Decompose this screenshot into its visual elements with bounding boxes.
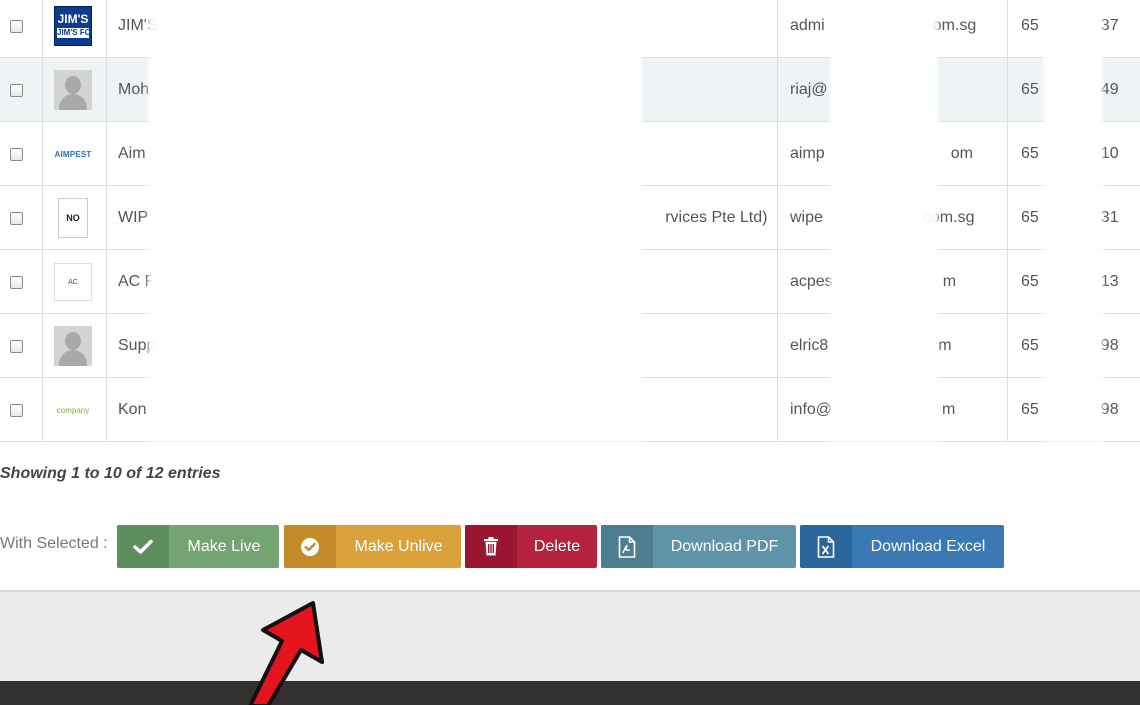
delete-button[interactable]: Delete bbox=[465, 525, 597, 568]
pagination-info: Showing 1 to 10 of 12 entries bbox=[0, 465, 221, 482]
row-checkbox-cell[interactable] bbox=[10, 122, 24, 186]
redaction-blur bbox=[830, 0, 938, 442]
download-pdf-label: Download PDF bbox=[670, 537, 779, 555]
row-checkbox[interactable] bbox=[10, 211, 23, 225]
download-excel-label: Download Excel bbox=[870, 537, 986, 555]
column-divider bbox=[777, 0, 778, 442]
row-checkbox-cell[interactable] bbox=[10, 0, 24, 58]
row-checkbox[interactable] bbox=[10, 275, 23, 289]
row-checkbox[interactable] bbox=[10, 339, 23, 353]
with-selected-label: With Selected : bbox=[0, 535, 108, 552]
jims-force-logo: JIM'SJIM'S FORCE bbox=[54, 6, 92, 46]
company-logo-cell: AIMPEST bbox=[54, 122, 92, 186]
excel-file-icon bbox=[800, 525, 852, 568]
row-checkbox-cell[interactable] bbox=[10, 250, 24, 314]
delete-label: Delete bbox=[533, 537, 581, 555]
download-pdf-button[interactable]: Download PDF bbox=[601, 525, 796, 568]
row-checkbox-cell[interactable] bbox=[10, 186, 24, 250]
make-live-button[interactable]: Make Live bbox=[117, 525, 279, 568]
row-checkbox-cell[interactable] bbox=[10, 314, 24, 378]
row-checkbox[interactable] bbox=[10, 19, 23, 33]
check-circle-icon bbox=[284, 525, 336, 568]
row-checkbox[interactable] bbox=[10, 403, 23, 417]
make-live-label: Make Live bbox=[187, 537, 261, 555]
download-excel-button[interactable]: Download Excel bbox=[800, 525, 1004, 568]
row-checkbox-cell[interactable] bbox=[10, 58, 24, 122]
column-divider bbox=[1007, 0, 1008, 442]
wipeout-logo: NO bbox=[58, 198, 88, 238]
make-unlive-label: Make Unlive bbox=[354, 537, 443, 555]
redaction-blur bbox=[1043, 0, 1103, 442]
column-divider bbox=[42, 0, 43, 442]
partners-table: JIM'SJIM'S FORCE JIM'S admiom.sg 6537 Mo… bbox=[0, 0, 1140, 442]
company-logo-cell: NO bbox=[54, 186, 92, 250]
aimpest-logo: AIMPEST bbox=[54, 149, 92, 159]
trash-icon bbox=[465, 525, 517, 568]
company-logo-cell bbox=[54, 314, 92, 378]
check-icon bbox=[117, 525, 169, 568]
company-logo-cell: company bbox=[54, 378, 92, 442]
ac-pest-logo: AC bbox=[54, 263, 92, 301]
konnect-logo: company bbox=[56, 405, 90, 415]
company-logo-cell: AC bbox=[54, 250, 92, 314]
column-divider bbox=[106, 0, 107, 442]
footer-bar bbox=[0, 681, 1140, 705]
page-footer bbox=[0, 590, 1140, 681]
row-checkbox-cell[interactable] bbox=[10, 378, 24, 442]
company-logo-cell: JIM'SJIM'S FORCE bbox=[54, 0, 92, 58]
default-avatar-icon bbox=[54, 70, 92, 110]
make-unlive-button[interactable]: Make Unlive bbox=[284, 525, 461, 568]
default-avatar-icon bbox=[54, 326, 92, 366]
company-logo-cell bbox=[54, 58, 92, 122]
pdf-file-icon bbox=[601, 525, 653, 568]
row-checkbox[interactable] bbox=[10, 83, 23, 97]
redaction-blur bbox=[148, 0, 642, 442]
row-checkbox[interactable] bbox=[10, 147, 23, 161]
